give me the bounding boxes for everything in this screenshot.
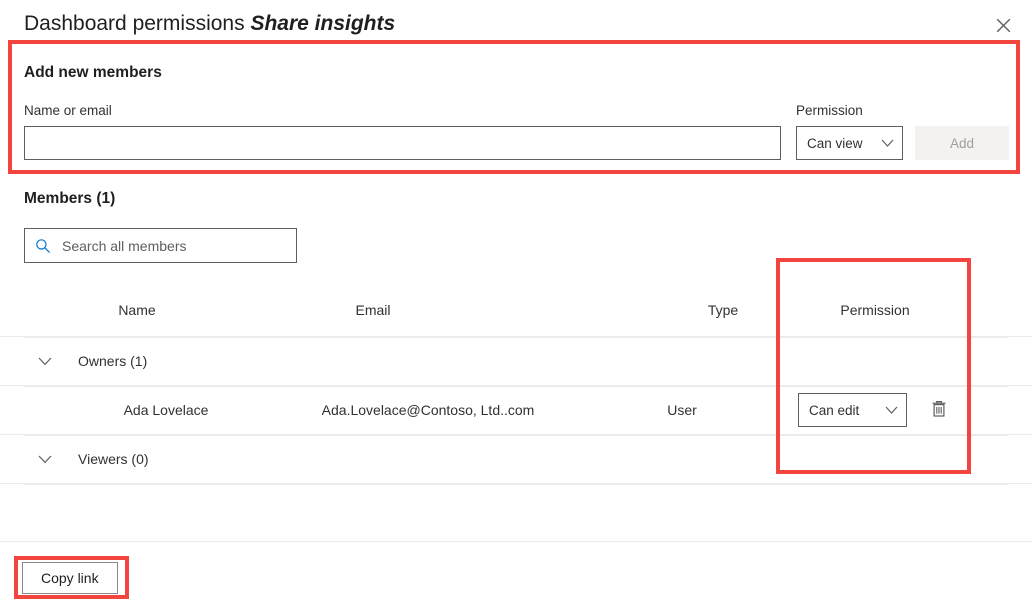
chevron-down-icon[interactable] bbox=[36, 450, 54, 468]
member-email: Ada.Lovelace@Contoso, Ltd..com bbox=[321, 402, 535, 418]
member-permission-value: Can edit bbox=[809, 402, 860, 418]
trash-icon bbox=[930, 399, 948, 421]
delete-member-button[interactable] bbox=[927, 398, 951, 422]
group-row-owners[interactable]: Owners (1) bbox=[0, 336, 1032, 385]
new-member-permission-value: Can view bbox=[807, 135, 863, 151]
group-label-owners: Owners (1) bbox=[78, 353, 148, 369]
chevron-down-icon bbox=[885, 406, 898, 415]
column-header-permission: Permission bbox=[840, 302, 910, 318]
new-member-permission-label: Permission bbox=[796, 103, 863, 118]
add-member-button[interactable]: Add bbox=[915, 126, 1009, 160]
chevron-down-icon bbox=[881, 139, 894, 148]
close-icon bbox=[996, 18, 1011, 33]
name-or-email-input[interactable] bbox=[24, 126, 781, 160]
member-type: User bbox=[667, 402, 697, 418]
table-bottom-border bbox=[0, 483, 1032, 485]
add-new-members-heading: Add new members bbox=[24, 64, 162, 81]
page-title-emphasis: Share insights bbox=[250, 12, 396, 35]
column-header-email: Email bbox=[355, 302, 391, 318]
search-members-container[interactable] bbox=[24, 228, 297, 263]
page-title: Dashboard permissions Share insights bbox=[24, 12, 395, 36]
chevron-down-icon[interactable] bbox=[36, 352, 54, 370]
group-label-viewers: Viewers (0) bbox=[78, 451, 149, 467]
column-header-type: Type bbox=[707, 302, 739, 318]
name-or-email-label: Name or email bbox=[24, 103, 112, 118]
column-header-name: Name bbox=[118, 302, 156, 318]
footer-divider bbox=[0, 541, 1032, 542]
table-header-row: Name Email Type Permission bbox=[0, 296, 1032, 336]
member-name: Ada Lovelace bbox=[123, 402, 209, 418]
share-permissions-dialog: Dashboard permissions Share insights Add… bbox=[0, 0, 1032, 610]
group-row-viewers[interactable]: Viewers (0) bbox=[0, 434, 1032, 483]
copy-link-button[interactable]: Copy link bbox=[22, 562, 118, 594]
members-table: Name Email Type Permission Owners (1) Ad… bbox=[0, 296, 1032, 485]
members-heading: Members (1) bbox=[24, 190, 116, 207]
table-row[interactable]: Ada Lovelace Ada.Lovelace@Contoso, Ltd..… bbox=[0, 385, 1032, 434]
member-permission-dropdown[interactable]: Can edit bbox=[798, 393, 907, 427]
close-button[interactable] bbox=[984, 8, 1022, 42]
search-members-input[interactable] bbox=[60, 229, 296, 262]
search-icon bbox=[35, 238, 51, 254]
page-title-main: Dashboard permissions bbox=[24, 12, 245, 35]
new-member-permission-dropdown[interactable]: Can view bbox=[796, 126, 903, 160]
